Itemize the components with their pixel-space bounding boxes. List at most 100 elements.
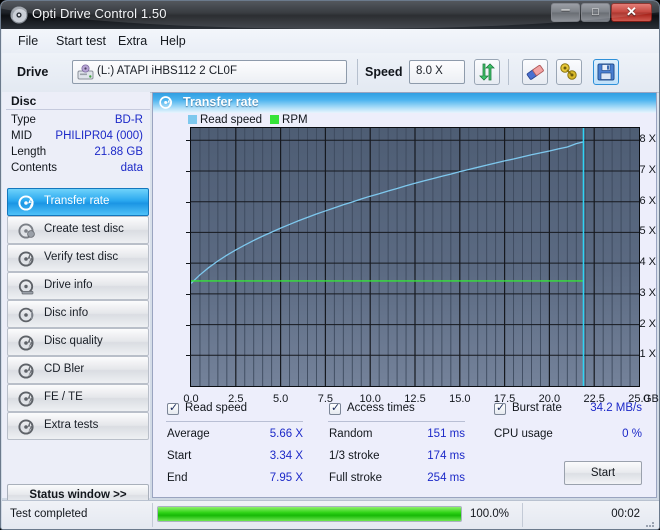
- disc-info-row: Type BD-R: [11, 114, 143, 130]
- legend-swatch-read-speed: [188, 115, 197, 124]
- sidebar-item-label: CD Bler: [44, 363, 85, 375]
- disc-speed-icon: [18, 194, 36, 212]
- result-key: Start: [167, 450, 192, 462]
- chart-y-tick-label: 8 X: [639, 133, 656, 146]
- drive-icon: [77, 64, 94, 80]
- minimize-button[interactable]: –: [551, 2, 580, 22]
- disc-bler-icon: [18, 362, 36, 380]
- sidebar-item-label: Drive info: [44, 279, 93, 291]
- disc-info-value: data: [120, 162, 143, 174]
- drive-label: Drive: [17, 65, 49, 79]
- sidebar-item-drive-info[interactable]: Drive info: [7, 272, 149, 300]
- drive-info-icon: [18, 278, 36, 296]
- toolbar-separator: [357, 59, 358, 85]
- legend-swatch-rpm: [270, 115, 280, 124]
- toolbar-separator: [508, 59, 509, 85]
- resize-grip-icon[interactable]: [644, 516, 656, 528]
- disc-info-value: 21.88 GB: [94, 146, 143, 158]
- chart-y-tick: [186, 201, 191, 203]
- maximize-icon: □: [592, 6, 599, 18]
- sidebar-item-label: Disc quality: [44, 335, 103, 347]
- divider: [522, 503, 523, 527]
- chart-svg: [191, 128, 639, 386]
- refresh-button[interactable]: [474, 59, 500, 85]
- legend-label-read-speed: Read speed: [200, 114, 263, 126]
- burst-rate-checkbox[interactable]: [494, 401, 506, 415]
- burst-rate-value: 34.2 MB/s: [590, 402, 642, 414]
- divider: [328, 421, 465, 422]
- burst-rate-checkbox-label: Burst rate: [512, 402, 562, 414]
- disc-verify-icon: [18, 250, 36, 268]
- sidebar-item-cd-bler[interactable]: CD Bler: [7, 356, 149, 384]
- save-button[interactable]: [593, 59, 619, 85]
- speed-select[interactable]: 8.0 X: [409, 60, 465, 84]
- erase-button[interactable]: [522, 59, 548, 85]
- status-bar: Test completed 100.0% 00:02: [2, 500, 659, 529]
- start-button[interactable]: Start: [564, 461, 642, 485]
- sidebar-item-fe-te[interactable]: FE / TE: [7, 384, 149, 412]
- disc-info-row: Contents data: [11, 162, 143, 178]
- drive-select[interactable]: (L:) ATAPI iHBS112 2 CL0F: [72, 60, 347, 84]
- progress-percent: 100.0%: [470, 508, 510, 520]
- sidebar: Disc Type BD-R MID PHILIPR04 (000) Lengt…: [2, 92, 150, 506]
- chart-y-tick-label: 1 X: [639, 348, 656, 361]
- disc-icon: [10, 6, 28, 24]
- legend-label-rpm: RPM: [282, 114, 308, 126]
- sidebar-item-verify-test-disc[interactable]: Verify test disc: [7, 244, 149, 272]
- menu-item-file[interactable]: File: [12, 33, 44, 50]
- sidebar-item-extra-tests[interactable]: Extra tests: [7, 412, 149, 440]
- title-bar: Opti Drive Control 1.50 – □ ✕: [1, 1, 659, 29]
- chart-y-tick-label: 4 X: [639, 256, 656, 269]
- result-value: 7.95 X: [269, 472, 303, 484]
- chart-y-tick: [186, 171, 191, 172]
- menu-item-help[interactable]: Help: [154, 33, 192, 50]
- disc-info-key: MID: [11, 130, 33, 142]
- read-speed-checkbox[interactable]: [167, 401, 179, 415]
- result-key: CPU usage: [494, 428, 553, 440]
- sidebar-item-disc-quality[interactable]: Disc quality: [7, 328, 149, 356]
- result-key: Average: [167, 428, 210, 440]
- chart-y-tick-label: 7 X: [639, 164, 656, 176]
- divider: [166, 421, 303, 422]
- sidebar-item-label: FE / TE: [44, 391, 83, 403]
- disc-quality-icon: [18, 334, 36, 352]
- result-value: 151 ms: [427, 428, 465, 440]
- chart-y-tick: [186, 355, 191, 357]
- main-content: Transfer rate Read speed RPM 1 X 2 X 3 X 4 X…: [152, 92, 659, 498]
- chart-y-tick: [186, 293, 191, 295]
- elapsed-time: 00:02: [611, 508, 640, 520]
- disc-fete-icon: [18, 390, 36, 408]
- tools-button[interactable]: [556, 59, 582, 85]
- results-panel: Read speed Average 5.66 X Start 3.34 X E…: [153, 399, 656, 497]
- close-button[interactable]: ✕: [611, 3, 652, 22]
- menu-item-start-test[interactable]: Start test: [50, 33, 112, 50]
- result-value: 254 ms: [427, 472, 465, 484]
- menu-bar: File Start test Extra Help: [2, 29, 659, 54]
- sidebar-item-disc-info[interactable]: Disc info: [7, 300, 149, 328]
- result-value: 0 %: [622, 428, 642, 440]
- sidebar-item-create-test-disc[interactable]: Create test disc: [7, 216, 149, 244]
- menu-item-extra[interactable]: Extra: [112, 33, 153, 50]
- access-times-checkbox[interactable]: [329, 401, 341, 415]
- result-key: Random: [329, 428, 373, 440]
- disc-info-value: PHILIPR04 (000): [55, 130, 143, 142]
- result-key: End: [167, 472, 188, 484]
- result-key: 1/3 stroke: [329, 450, 380, 462]
- maximize-button[interactable]: □: [581, 3, 610, 22]
- refresh-icon: [479, 63, 495, 81]
- disc-extra-icon: [18, 418, 36, 436]
- sidebar-item-label: Verify test disc: [44, 251, 119, 263]
- divider: [152, 503, 153, 527]
- disc-speed-icon: [159, 95, 174, 110]
- chart-y-tick: [186, 232, 191, 234]
- floppy-save-icon: [597, 63, 615, 81]
- sidebar-item-transfer-rate[interactable]: Transfer rate: [7, 188, 149, 216]
- result-value: 3.34 X: [269, 450, 303, 462]
- eraser-icon: [526, 64, 544, 80]
- chart-y-tick-label: 5 X: [639, 225, 656, 238]
- chart-plot: [190, 127, 640, 387]
- result-value: 174 ms: [427, 450, 465, 462]
- chart-y-tick-label: 2 X: [639, 317, 656, 330]
- speed-label: Speed: [365, 65, 403, 79]
- access-times-checkbox-label: Access times: [347, 402, 415, 414]
